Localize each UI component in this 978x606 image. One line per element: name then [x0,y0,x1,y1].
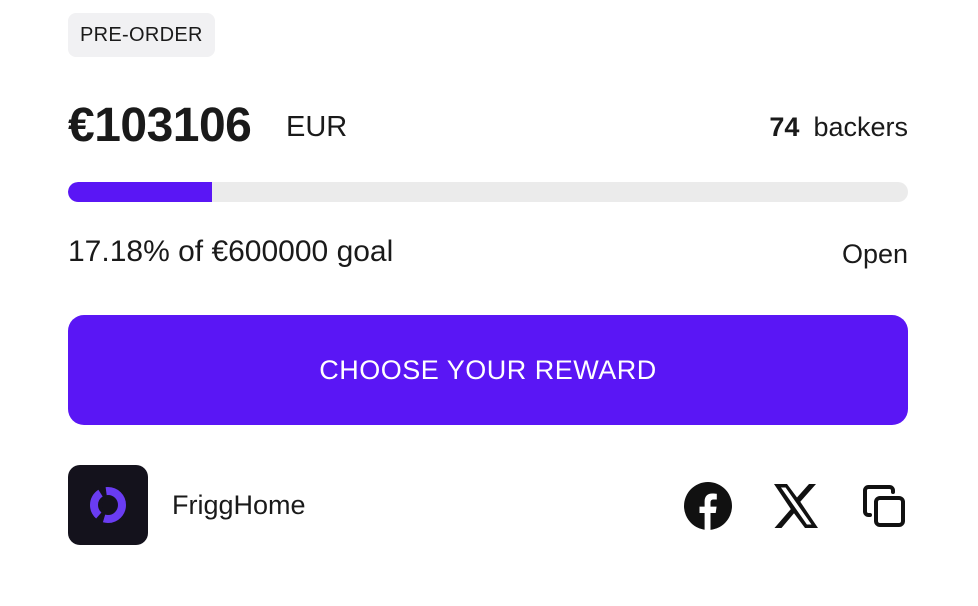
currency-label: EUR [286,111,348,143]
share-facebook-button[interactable] [680,478,736,534]
pre-order-badge: PRE-ORDER [68,13,215,57]
frigghome-logo-icon [90,487,126,523]
choose-reward-button[interactable]: CHOOSE YOUR REWARD [68,315,908,425]
share-x-button[interactable] [768,478,824,534]
funding-progress-fill [68,182,213,202]
funding-progress-bar [68,182,908,202]
creator-profile[interactable]: FriggHome [68,465,306,545]
amount-raised: €103106 [68,99,252,152]
copy-link-button[interactable] [856,478,912,534]
x-icon [774,484,818,528]
campaign-funding-panel: PRE-ORDER €103106 EUR 74 backers 17.18% o… [0,0,978,606]
creator-name[interactable]: FriggHome [172,490,306,521]
goal-row: 17.18% of €600000 goal Open [68,228,908,276]
backers-number: 74 [769,112,800,142]
copy-link-icon [863,485,905,527]
funding-summary: €103106 EUR 74 backers [68,96,908,156]
creator-logo[interactable] [68,465,148,545]
goal-progress-text: 17.18% of €600000 goal [68,235,394,268]
backers-count: 74 backers [769,102,908,152]
backers-label: backers [813,112,908,142]
campaign-status: Open [841,239,908,269]
facebook-icon [684,482,732,530]
